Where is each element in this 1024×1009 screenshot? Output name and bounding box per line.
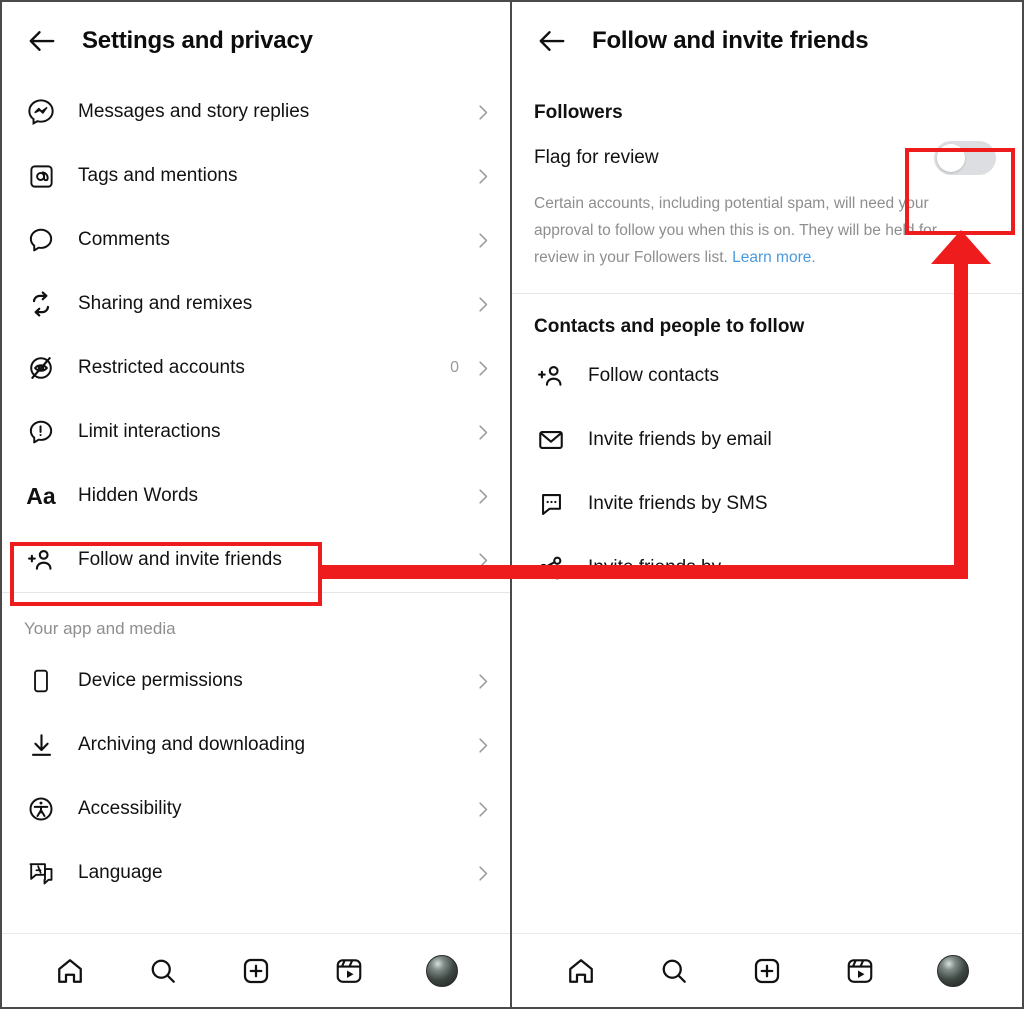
right-page-title: Follow and invite friends [592, 27, 869, 54]
list-item-label: Follow contacts [588, 365, 719, 387]
nav-home[interactable] [558, 948, 604, 994]
sidebar-item-label: Device permissions [78, 670, 243, 691]
chevron-right-icon [473, 487, 492, 506]
sidebar-item-sharing[interactable]: Sharing and remixes [2, 272, 510, 336]
sidebar-item-label: Messages and story replies [78, 101, 310, 122]
section-title-your-app-and-media: Your app and media [24, 619, 176, 638]
settings-list: Messages and story replies Tags and ment… [2, 80, 510, 933]
sidebar-item-label: Restricted accounts [78, 357, 245, 378]
chevron-right-icon [473, 295, 492, 314]
add-person-icon [24, 543, 58, 577]
at-mention-icon [24, 159, 58, 193]
sidebar-item-archiving[interactable]: Archiving and downloading [2, 713, 510, 777]
restricted-accounts-count: 0 [450, 359, 459, 376]
sidebar-item-label: Language [78, 862, 163, 883]
left-phone-pane: Settings and privacy Messages and story … [2, 2, 512, 1007]
avatar-icon [937, 954, 970, 987]
nav-reels[interactable] [326, 948, 372, 994]
sidebar-item-comments[interactable]: Comments [2, 208, 510, 272]
chevron-right-icon [473, 231, 492, 250]
restricted-eye-icon [24, 351, 58, 385]
list-item-label: Invite friends by email [588, 429, 772, 451]
screenshot-root: Settings and privacy Messages and story … [0, 0, 1024, 1009]
description-text-end: . [811, 249, 816, 267]
list-item-label: Invite friends by… [588, 557, 741, 579]
sidebar-item-label: Accessibility [78, 798, 182, 819]
remix-loop-icon [24, 287, 58, 321]
messenger-icon [24, 95, 58, 129]
sidebar-item-limit-interactions[interactable]: Limit interactions [2, 400, 510, 464]
nav-profile[interactable] [419, 948, 465, 994]
chevron-right-icon [473, 736, 492, 755]
back-button-left[interactable] [20, 19, 64, 63]
right-header: Follow and invite friends [512, 2, 1022, 80]
envelope-icon [534, 423, 568, 457]
right-phone-pane: Follow and invite friends Followers Flag… [512, 2, 1022, 1007]
group-header-contacts: Contacts and people to follow [534, 316, 805, 338]
add-person-icon [534, 359, 568, 393]
left-page-title: Settings and privacy [82, 27, 313, 54]
learn-more-link[interactable]: Learn more [732, 249, 811, 266]
phone-icon [24, 664, 58, 698]
chevron-right-icon [473, 672, 492, 691]
chevron-right-icon [473, 800, 492, 819]
flag-for-review-label: Flag for review [534, 147, 659, 168]
sidebar-item-accessibility[interactable]: Accessibility [2, 777, 510, 841]
nav-reels[interactable] [837, 948, 883, 994]
chevron-right-icon [473, 423, 492, 442]
sidebar-item-label: Comments [78, 229, 170, 250]
nav-profile[interactable] [930, 948, 976, 994]
left-header: Settings and privacy [2, 2, 510, 80]
chevron-right-icon [473, 359, 492, 378]
flag-for-review-toggle[interactable] [934, 141, 996, 175]
sidebar-item-language[interactable]: Language [2, 841, 510, 905]
nav-search[interactable] [651, 948, 697, 994]
sidebar-item-device-permissions[interactable]: Device permissions [2, 649, 510, 713]
chevron-right-icon [473, 551, 492, 570]
toggle-knob [937, 144, 965, 172]
list-item-invite-by-email[interactable]: Invite friends by email [512, 408, 1022, 472]
sidebar-item-label: Sharing and remixes [78, 293, 253, 314]
flag-for-review-row[interactable]: Flag for review [512, 130, 1022, 186]
list-item-invite-by-sms[interactable]: Invite friends by SMS [512, 472, 1022, 536]
follow-invite-content: Followers Flag for review Certain accoun… [512, 80, 1022, 933]
list-item-invite-by-other[interactable]: Invite friends by… [512, 536, 1022, 600]
sidebar-item-label: Archiving and downloading [78, 734, 306, 755]
nav-create[interactable] [744, 948, 790, 994]
list-item-label: Invite friends by SMS [588, 493, 768, 515]
flag-for-review-description: Certain accounts, including potential sp… [512, 186, 982, 293]
share-nodes-icon [534, 551, 568, 585]
sidebar-item-messages[interactable]: Messages and story replies [2, 80, 510, 144]
arrow-left-icon [539, 31, 565, 51]
sidebar-item-hidden-words[interactable]: Aa Hidden Words [2, 464, 510, 528]
exclamation-bubble-icon [24, 415, 58, 449]
chevron-right-icon [473, 864, 492, 883]
comment-bubble-icon [24, 223, 58, 257]
sidebar-item-restricted[interactable]: Restricted accounts 0 [2, 336, 510, 400]
avatar-icon [425, 954, 458, 987]
chevron-right-icon [473, 103, 492, 122]
back-button-right[interactable] [530, 19, 574, 63]
sidebar-item-tags[interactable]: Tags and mentions [2, 144, 510, 208]
nav-search[interactable] [140, 948, 186, 994]
bottom-nav-right [512, 933, 1022, 1007]
chevron-right-icon [473, 167, 492, 186]
nav-home[interactable] [47, 948, 93, 994]
arrow-left-icon [29, 31, 55, 51]
language-translate-icon [24, 856, 58, 890]
nav-create[interactable] [233, 948, 279, 994]
sidebar-item-label: Limit interactions [78, 421, 221, 442]
download-icon [24, 728, 58, 762]
sidebar-item-label: Tags and mentions [78, 165, 238, 186]
sidebar-item-label: Hidden Words [78, 485, 199, 506]
list-item-follow-contacts[interactable]: Follow contacts [512, 344, 1022, 408]
aa-text-icon: Aa [26, 482, 56, 509]
bottom-nav-left [2, 933, 510, 1007]
sms-bubble-icon [534, 487, 568, 521]
group-header-followers: Followers [534, 102, 623, 123]
dual-phone-panes: Settings and privacy Messages and story … [2, 2, 1022, 1007]
sidebar-item-follow-and-invite-friends[interactable]: Follow and invite friends [2, 528, 510, 592]
accessibility-icon [24, 792, 58, 826]
sidebar-item-label: Follow and invite friends [78, 549, 282, 570]
